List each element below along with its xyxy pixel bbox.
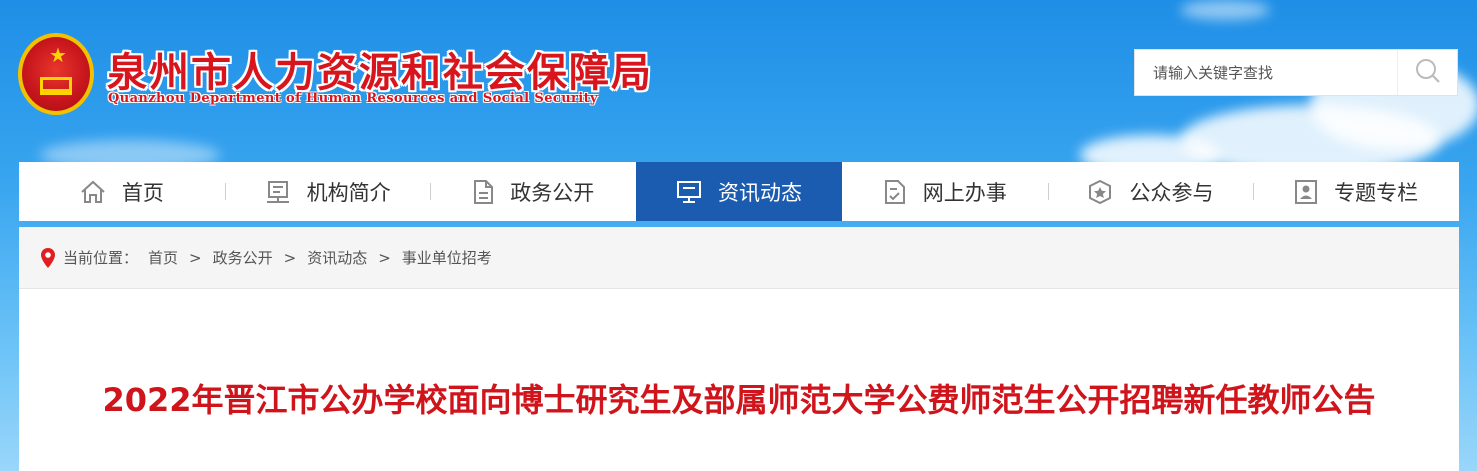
location-pin-icon — [41, 247, 55, 268]
organization-icon — [266, 180, 289, 203]
nav-item-government-affairs[interactable]: 政务公开 — [430, 162, 636, 221]
star-badge-icon — [1089, 179, 1112, 204]
site-header: ★ 泉州市人力资源和社会保障局 Quanzhou Department of H… — [0, 0, 1477, 160]
search-icon — [1415, 59, 1440, 83]
main-content: 当前位置： 首页 > 政务公开 > 资讯动态 > 事业单位招考 2022年晋江市… — [19, 227, 1459, 471]
site-title-english: Quanzhou Department of Human Resources a… — [108, 91, 598, 106]
monitor-icon — [677, 180, 702, 203]
breadcrumb-separator: > — [283, 248, 297, 267]
checklist-icon — [884, 179, 905, 204]
search-input[interactable] — [1135, 50, 1397, 95]
breadcrumb-separator: > — [378, 248, 391, 267]
nav-item-public-participation[interactable]: 公众参与 — [1047, 162, 1254, 221]
nav-item-special-topics[interactable]: 专题专栏 — [1253, 162, 1459, 221]
home-icon — [81, 180, 105, 203]
national-emblem-logo: ★ — [18, 33, 94, 115]
nav-item-label: 专题专栏 — [1334, 180, 1419, 205]
nav-item-label: 机构简介 — [306, 180, 391, 205]
nav-item-label: 首页 — [121, 180, 164, 205]
nav-item-label: 公众参与 — [1129, 180, 1214, 205]
nav-item-organization[interactable]: 机构简介 — [224, 162, 431, 221]
breadcrumb-label: 当前位置： — [63, 249, 139, 267]
nav-item-online-services[interactable]: 网上办事 — [842, 162, 1048, 221]
article-title: 2022年晋江市公办学校面向博士研究生及部属师范大学公费师范生公开招聘新任教师公… — [102, 381, 1376, 419]
search-box — [1134, 49, 1458, 96]
nav-item-label: 政务公开 — [510, 180, 595, 205]
search-button[interactable] — [1397, 50, 1457, 95]
nav-item-label: 网上办事 — [922, 180, 1007, 205]
breadcrumb-link-home[interactable]: 首页 — [148, 247, 178, 268]
nav-item-news[interactable]: 资讯动态 — [636, 162, 842, 221]
breadcrumb-link-news[interactable]: 资讯动态 — [307, 247, 367, 268]
profile-icon — [1295, 179, 1318, 204]
breadcrumb-separator: > — [189, 248, 202, 267]
nav-item-home[interactable]: 首页 — [19, 162, 225, 221]
document-icon — [474, 179, 494, 204]
site-title: 泉州市人力资源和社会保障局 — [107, 49, 653, 96]
breadcrumb-link-government-affairs[interactable]: 政务公开 — [213, 247, 273, 268]
breadcrumb: 当前位置： 首页 > 政务公开 > 资讯动态 > 事业单位招考 — [19, 227, 1459, 289]
main-nav: 首页 机构简介 政务公开 资讯动态 网上办事 公众参与 专题专栏 — [19, 162, 1459, 221]
breadcrumb-link-recruitment[interactable]: 事业单位招考 — [402, 247, 492, 268]
nav-item-label: 资讯动态 — [718, 180, 803, 205]
